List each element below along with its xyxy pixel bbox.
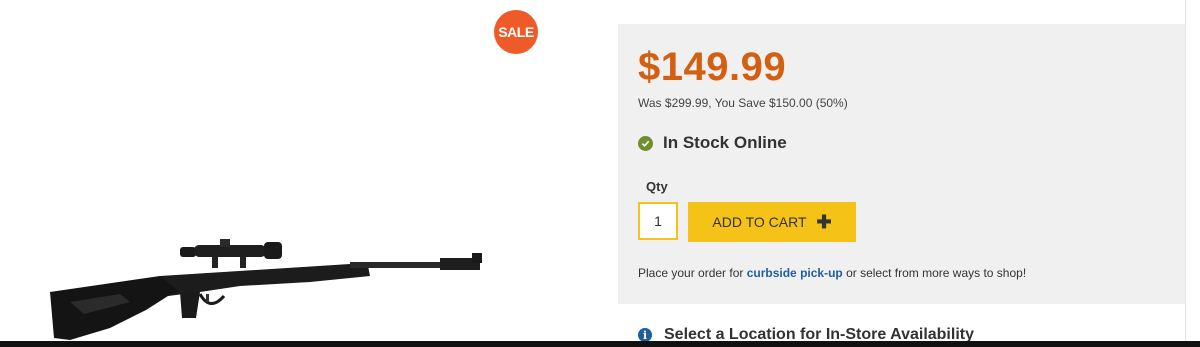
qty-label: Qty [646,179,668,194]
product-price: $149.99 [638,45,787,89]
was-price-savings: Was $299.99, You Save $150.00 (50%) [638,96,848,110]
sale-badge: SALE [494,10,538,54]
right-edge [1185,0,1200,347]
add-to-cart-label: ADD TO CART [712,214,807,230]
bottom-edge-bar [0,341,1200,347]
store-availability-section: i Select a Location for In-Store Availab… [618,304,1185,343]
pickup-suffix: or select from more ways to shop! [842,266,1027,280]
plus-icon: ✚ [816,212,832,232]
product-image[interactable] [50,236,490,340]
buy-box-panel: $149.99 Was $299.99, You Save $150.00 (5… [618,24,1185,343]
pickup-prefix: Place your order for [638,266,747,280]
stock-status: In Stock Online [638,133,787,153]
pickup-message: Place your order for curbside pick-up or… [638,266,1026,280]
qty-input[interactable] [638,202,678,240]
check-circle-icon [638,135,653,151]
curbside-pickup-link[interactable]: curbside pick-up [747,266,843,280]
product-image-area: SALE [0,0,600,347]
info-icon: i [638,328,652,342]
add-to-cart-button[interactable]: ADD TO CART ✚ [688,202,856,242]
stock-status-label: In Stock Online [663,133,787,152]
